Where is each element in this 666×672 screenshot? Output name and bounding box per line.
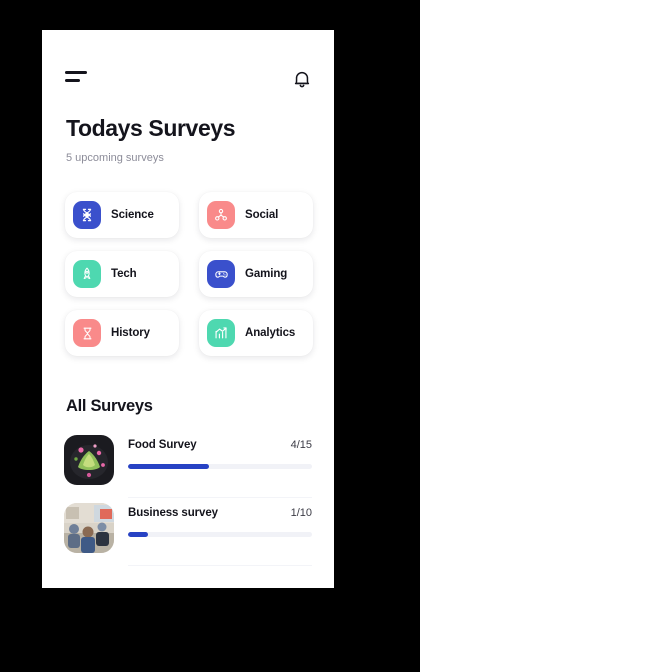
category-label: Analytics xyxy=(245,327,296,339)
food-photo-thumbnail xyxy=(64,435,114,485)
network-icon xyxy=(207,201,235,229)
section-title-all-surveys: All Surveys xyxy=(66,397,153,415)
category-label: History xyxy=(111,327,150,339)
rocket-icon xyxy=(73,260,101,288)
category-card-history[interactable]: History xyxy=(65,310,179,356)
category-label: Social xyxy=(245,209,279,221)
survey-head: Business survey 1/10 xyxy=(128,507,312,519)
survey-name: Business survey xyxy=(128,507,218,519)
top-bar xyxy=(42,30,334,96)
category-label: Tech xyxy=(111,268,137,280)
page-title: Todays Surveys xyxy=(66,115,236,141)
survey-progress-track xyxy=(128,532,312,537)
menu-line-top xyxy=(65,71,87,74)
survey-list-item[interactable]: Food Survey 4/15 xyxy=(42,430,334,498)
app-screen: Todays Surveys 5 upcoming surveys Scienc… xyxy=(42,30,334,588)
survey-progress-track xyxy=(128,464,312,469)
category-label: Science xyxy=(111,209,154,221)
category-card-social[interactable]: Social xyxy=(199,192,313,238)
survey-count: 4/15 xyxy=(290,439,312,451)
category-card-science[interactable]: Science xyxy=(65,192,179,238)
bar-chart-icon xyxy=(207,319,235,347)
category-card-gaming[interactable]: Gaming xyxy=(199,251,313,297)
hamburger-menu-icon[interactable] xyxy=(65,71,89,85)
page-subtitle: 5 upcoming surveys xyxy=(66,152,164,164)
dna-icon xyxy=(73,201,101,229)
category-card-tech[interactable]: Tech xyxy=(65,251,179,297)
category-card-analytics[interactable]: Analytics xyxy=(199,310,313,356)
survey-progress-fill xyxy=(128,532,149,537)
survey-count: 1/10 xyxy=(290,507,312,519)
hourglass-icon xyxy=(73,319,101,347)
survey-body: Food Survey 4/15 xyxy=(128,439,312,469)
menu-line-bottom xyxy=(65,79,80,82)
row-divider xyxy=(128,565,312,566)
survey-list-item[interactable]: Business survey 1/10 xyxy=(42,498,334,566)
category-label: Gaming xyxy=(245,268,288,280)
survey-body: Business survey 1/10 xyxy=(128,507,312,537)
gamepad-icon xyxy=(207,260,235,288)
phone-frame: Todays Surveys 5 upcoming surveys Scienc… xyxy=(42,30,334,588)
business-meeting-photo-thumbnail xyxy=(64,503,114,553)
notification-bell-icon[interactable] xyxy=(290,67,314,91)
survey-head: Food Survey 4/15 xyxy=(128,439,312,451)
survey-list: Food Survey 4/15 Business survey 1/10 xyxy=(42,430,334,566)
survey-name: Food Survey xyxy=(128,439,197,451)
survey-progress-fill xyxy=(128,464,209,469)
